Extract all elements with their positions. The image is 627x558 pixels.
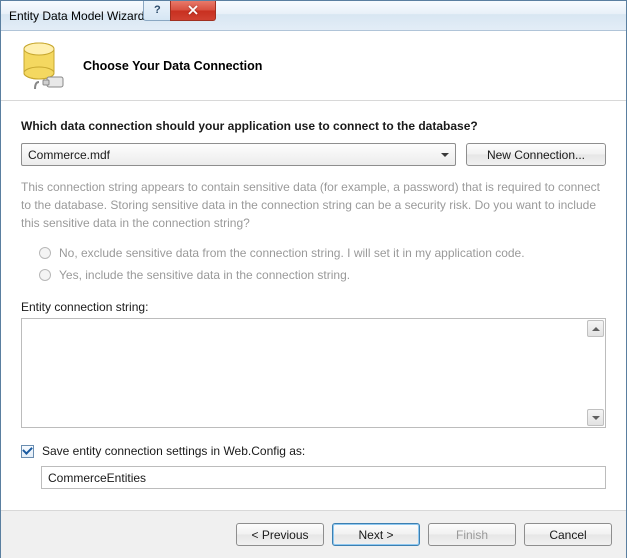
cancel-button[interactable]: Cancel bbox=[524, 523, 612, 546]
radio-exclude-sensitive: No, exclude sensitive data from the conn… bbox=[21, 242, 606, 264]
radio-include-label: Yes, include the sensitive data in the c… bbox=[59, 268, 350, 282]
new-connection-label: New Connection... bbox=[487, 148, 585, 162]
help-icon: ? bbox=[154, 4, 161, 16]
radio-icon bbox=[39, 247, 51, 259]
chevron-down-icon bbox=[441, 153, 449, 157]
save-settings-label: Save entity connection settings in Web.C… bbox=[42, 444, 305, 458]
connection-dropdown-value: Commerce.mdf bbox=[28, 148, 110, 162]
close-button[interactable] bbox=[170, 1, 216, 21]
radio-exclude-label: No, exclude sensitive data from the conn… bbox=[59, 246, 525, 260]
previous-label: < Previous bbox=[251, 528, 308, 542]
security-warning-text: This connection string appears to contai… bbox=[21, 178, 606, 232]
cancel-label: Cancel bbox=[549, 528, 586, 542]
previous-button[interactable]: < Previous bbox=[236, 523, 324, 546]
window-title: Entity Data Model Wizard bbox=[9, 9, 144, 23]
connection-string-textbox[interactable] bbox=[21, 318, 606, 428]
new-connection-button[interactable]: New Connection... bbox=[466, 143, 606, 166]
scroll-down-button[interactable] bbox=[587, 409, 604, 426]
save-settings-row: Save entity connection settings in Web.C… bbox=[21, 444, 606, 458]
finish-label: Finish bbox=[456, 528, 488, 542]
window-buttons: ? bbox=[144, 1, 216, 21]
wizard-heading: Choose Your Data Connection bbox=[83, 59, 262, 73]
next-button[interactable]: Next > bbox=[332, 523, 420, 546]
wizard-header: Choose Your Data Connection bbox=[1, 31, 626, 101]
database-icon bbox=[21, 41, 63, 91]
wizard-content: Which data connection should your applic… bbox=[1, 101, 626, 499]
scroll-up-button[interactable] bbox=[587, 320, 604, 337]
titlebar: Entity Data Model Wizard ? bbox=[1, 1, 626, 31]
help-button[interactable]: ? bbox=[143, 1, 171, 21]
radio-icon bbox=[39, 269, 51, 281]
connection-string-label: Entity connection string: bbox=[21, 300, 606, 314]
next-label: Next > bbox=[358, 528, 393, 542]
connection-row: Commerce.mdf New Connection... bbox=[21, 143, 606, 166]
wizard-footer: < Previous Next > Finish Cancel bbox=[1, 510, 626, 558]
connection-dropdown[interactable]: Commerce.mdf bbox=[21, 143, 456, 166]
radio-include-sensitive: Yes, include the sensitive data in the c… bbox=[21, 264, 606, 286]
entity-name-input[interactable] bbox=[41, 466, 606, 489]
connection-question: Which data connection should your applic… bbox=[21, 119, 606, 133]
save-settings-checkbox[interactable] bbox=[21, 445, 34, 458]
close-icon bbox=[188, 5, 198, 15]
finish-button: Finish bbox=[428, 523, 516, 546]
